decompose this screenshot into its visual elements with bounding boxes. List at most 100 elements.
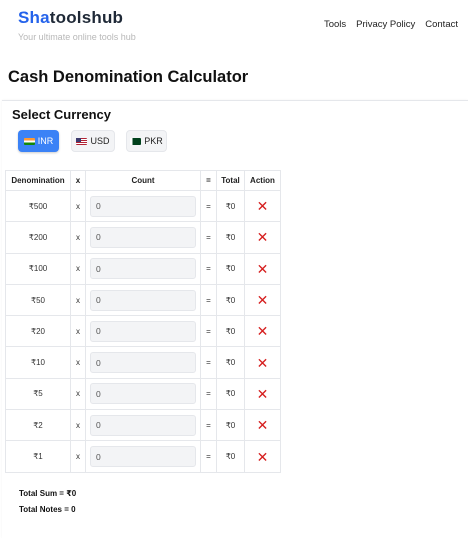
multiply-cell: x	[70, 252, 86, 285]
count-cell: 0	[85, 283, 201, 317]
pakistan-flag-icon	[130, 137, 142, 145]
delete-icon[interactable]: ✕	[257, 449, 269, 465]
action-cell: ✕	[244, 440, 281, 473]
column-header-total: Total	[216, 170, 245, 191]
currency-label: PKR	[144, 136, 163, 146]
denomination-cell: ₹1	[5, 440, 71, 473]
india-flag-icon	[23, 137, 35, 145]
multiply-cell: x	[70, 440, 86, 473]
delete-icon[interactable]: ✕	[257, 355, 269, 371]
nav-link-privacy-policy[interactable]: Privacy Policy	[356, 19, 415, 30]
denomination-cell: ₹100	[5, 252, 71, 285]
table-row: ₹10 x 0 = ₹0 ✕	[5, 346, 281, 379]
column-header-denomination: Denomination	[5, 170, 71, 191]
equals-cell: =	[200, 315, 217, 348]
denomination-cell: ₹50	[5, 283, 71, 317]
delete-icon[interactable]: ✕	[257, 198, 269, 214]
count-cell: 0	[85, 221, 201, 254]
table-row: ₹20 x 0 = ₹0 ✕	[5, 315, 281, 348]
action-cell: ✕	[244, 221, 281, 254]
column-header-equals: =	[200, 170, 217, 191]
currency-label: USD	[90, 136, 110, 146]
delete-icon[interactable]: ✕	[257, 261, 269, 277]
main-nav: Tools Privacy Policy Contact	[324, 19, 458, 30]
delete-icon[interactable]: ✕	[257, 323, 269, 339]
count-input[interactable]: 0	[90, 446, 196, 468]
total-cell: ₹0	[216, 189, 245, 223]
count-cell: 0	[85, 189, 201, 223]
site-header: Shatoolshub Your ultimate online tools h…	[0, 0, 468, 56]
denomination-cell: ₹200	[5, 221, 71, 254]
table-row: ₹5 x 0 = ₹0 ✕	[5, 377, 281, 411]
delete-icon[interactable]: ✕	[257, 292, 269, 308]
action-cell: ✕	[244, 409, 281, 442]
count-cell: 0	[85, 346, 201, 379]
multiply-cell: x	[70, 189, 86, 223]
action-cell: ✕	[244, 377, 281, 411]
multiply-cell: x	[70, 377, 86, 411]
delete-icon[interactable]: ✕	[257, 229, 269, 245]
count-input[interactable]: 0	[90, 289, 196, 311]
count-input[interactable]: 0	[90, 414, 196, 436]
nav-link-tools[interactable]: Tools	[324, 19, 346, 30]
currency-button-usd[interactable]: USD	[71, 130, 115, 152]
equals-cell: =	[200, 346, 217, 379]
count-input[interactable]: 0	[90, 352, 196, 374]
equals-cell: =	[200, 283, 217, 317]
denomination-cell: ₹5	[5, 377, 71, 411]
page-title: Cash Denomination Calculator	[8, 68, 249, 86]
count-input[interactable]: 0	[90, 195, 196, 217]
us-flag-icon	[76, 137, 88, 145]
action-cell: ✕	[244, 189, 281, 223]
count-input[interactable]: 0	[90, 226, 196, 248]
table-row: ₹100 x 0 = ₹0 ✕	[5, 252, 281, 285]
action-cell: ✕	[244, 315, 281, 348]
count-cell: 0	[85, 409, 201, 442]
table-row: ₹200 x 0 = ₹0 ✕	[5, 221, 281, 254]
multiply-cell: x	[70, 283, 86, 317]
total-cell: ₹0	[216, 346, 245, 379]
total-cell: ₹0	[216, 283, 245, 317]
count-input[interactable]: 0	[90, 258, 196, 280]
equals-cell: =	[200, 409, 217, 442]
count-input[interactable]: 0	[90, 383, 196, 405]
denomination-cell: ₹2	[5, 409, 71, 442]
denomination-cell: ₹500	[5, 189, 71, 223]
table-row: ₹500 x 0 = ₹0 ✕	[5, 189, 281, 223]
count-cell: 0	[85, 252, 201, 285]
count-cell: 0	[85, 315, 201, 348]
multiply-cell: x	[70, 346, 86, 379]
multiply-cell: x	[70, 221, 86, 254]
delete-icon[interactable]: ✕	[257, 386, 269, 402]
denomination-cell: ₹20	[5, 315, 71, 348]
total-cell: ₹0	[216, 252, 245, 285]
site-tagline: Your ultimate online tools hub	[18, 32, 136, 42]
table-row: ₹1 x 0 = ₹0 ✕	[5, 440, 281, 473]
denomination-table: Denomination x Count = Total Action ₹500…	[5, 170, 281, 473]
currency-button-inr[interactable]: INR	[18, 130, 59, 152]
action-cell: ✕	[244, 252, 281, 285]
currency-label: INR	[37, 136, 54, 146]
total-cell: ₹0	[216, 440, 245, 473]
column-header-count: Count	[85, 170, 201, 191]
site-logo[interactable]: Shatoolshub	[18, 8, 123, 28]
count-input[interactable]: 0	[90, 320, 196, 342]
total-cell: ₹0	[216, 315, 245, 348]
equals-cell: =	[200, 221, 217, 254]
nav-link-contact[interactable]: Contact	[425, 19, 458, 30]
multiply-cell: x	[70, 409, 86, 442]
count-cell: 0	[85, 440, 201, 473]
column-header-action: Action	[244, 170, 281, 191]
total-cell: ₹0	[216, 221, 245, 254]
multiply-cell: x	[70, 315, 86, 348]
total-cell: ₹0	[216, 409, 245, 442]
equals-cell: =	[200, 440, 217, 473]
currency-button-pkr[interactable]: PKR	[126, 130, 167, 152]
action-cell: ✕	[244, 346, 281, 379]
equals-cell: =	[200, 252, 217, 285]
total-cell: ₹0	[216, 377, 245, 411]
logo-part-1: Sha	[18, 8, 50, 27]
table-header-row: Denomination x Count = Total Action	[5, 170, 281, 191]
delete-icon[interactable]: ✕	[257, 417, 269, 433]
column-header-x: x	[70, 170, 86, 191]
